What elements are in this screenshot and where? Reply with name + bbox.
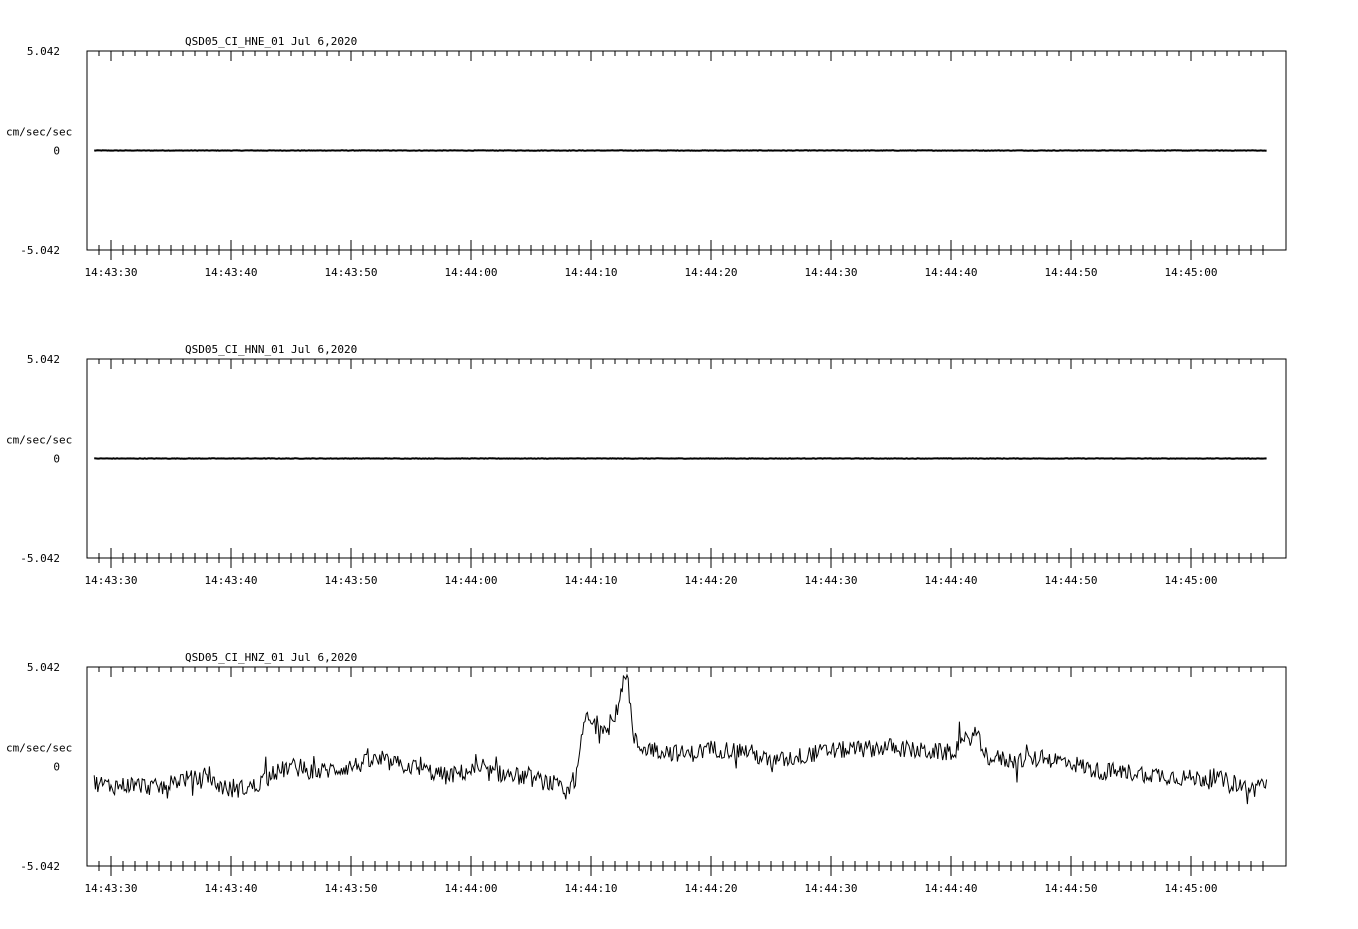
trace-line <box>94 675 1266 804</box>
x-tick-label: 14:44:10 <box>565 574 618 587</box>
x-tick-label: 14:44:50 <box>1045 882 1098 895</box>
plot-frame <box>87 667 1286 866</box>
y-axis-label: cm/sec/sec <box>6 434 72 447</box>
x-tick-label: 14:44:00 <box>445 266 498 279</box>
x-tick-label: 14:43:40 <box>205 882 258 895</box>
x-tick-label: 14:45:00 <box>1165 882 1218 895</box>
y-tick-label: 5.042 <box>27 45 60 58</box>
x-tick-label: 14:44:30 <box>805 266 858 279</box>
x-tick-label: 14:44:50 <box>1045 266 1098 279</box>
x-tick-label: 14:43:30 <box>85 574 138 587</box>
x-tick-label: 14:43:30 <box>85 266 138 279</box>
x-tick-label: 14:45:00 <box>1165 574 1218 587</box>
x-tick-label: 14:45:00 <box>1165 266 1218 279</box>
x-tick-label: 14:44:10 <box>565 882 618 895</box>
y-tick-label: -5.042 <box>20 552 60 565</box>
chart-stage: QSD05_CI_HNE_01 Jul 6,2020 5.042 0 -5.042 cm… <box>0 0 1358 924</box>
x-tick-label: 14:44:30 <box>805 882 858 895</box>
seismogram-figure: QSD05_CI_HNE_01 Jul 6,2020 5.042 0 -5.042 cm… <box>0 0 1358 924</box>
x-tick-label: 14:43:40 <box>205 574 258 587</box>
x-tick-label: 14:44:40 <box>925 882 978 895</box>
y-tick-label: 0 <box>53 453 60 466</box>
x-tick-label: 14:44:20 <box>685 882 738 895</box>
x-tick-label: 14:43:50 <box>325 882 378 895</box>
x-tick-label: 14:44:40 <box>925 574 978 587</box>
x-tick-label: 14:44:30 <box>805 574 858 587</box>
y-tick-label: -5.042 <box>20 860 60 873</box>
y-tick-label: 0 <box>53 761 60 774</box>
x-tick-label: 14:44:00 <box>445 574 498 587</box>
x-tick-label: 14:43:50 <box>325 574 378 587</box>
y-tick-label: 5.042 <box>27 661 60 674</box>
y-tick-label: 5.042 <box>27 353 60 366</box>
x-tick-label: 14:44:10 <box>565 266 618 279</box>
y-axis-label: cm/sec/sec <box>6 126 72 139</box>
x-tick-label: 14:44:50 <box>1045 574 1098 587</box>
x-tick-label: 14:44:00 <box>445 882 498 895</box>
y-tick-label: -5.042 <box>20 244 60 257</box>
x-tick-label: 14:44:20 <box>685 266 738 279</box>
x-tick-label: 14:43:30 <box>85 882 138 895</box>
x-tick-label: 14:43:50 <box>325 266 378 279</box>
chart-title: QSD05_CI_HNE_01 Jul 6,2020 <box>185 35 357 48</box>
x-tick-label: 14:44:40 <box>925 266 978 279</box>
x-tick-label: 14:44:20 <box>685 574 738 587</box>
y-tick-label: 0 <box>53 145 60 158</box>
x-tick-label: 14:43:40 <box>205 266 258 279</box>
chart-title: QSD05_CI_HNN_01 Jul 6,2020 <box>185 343 357 356</box>
y-axis-label: cm/sec/sec <box>6 742 72 755</box>
chart-title: QSD05_CI_HNZ_01 Jul 6,2020 <box>185 651 357 664</box>
